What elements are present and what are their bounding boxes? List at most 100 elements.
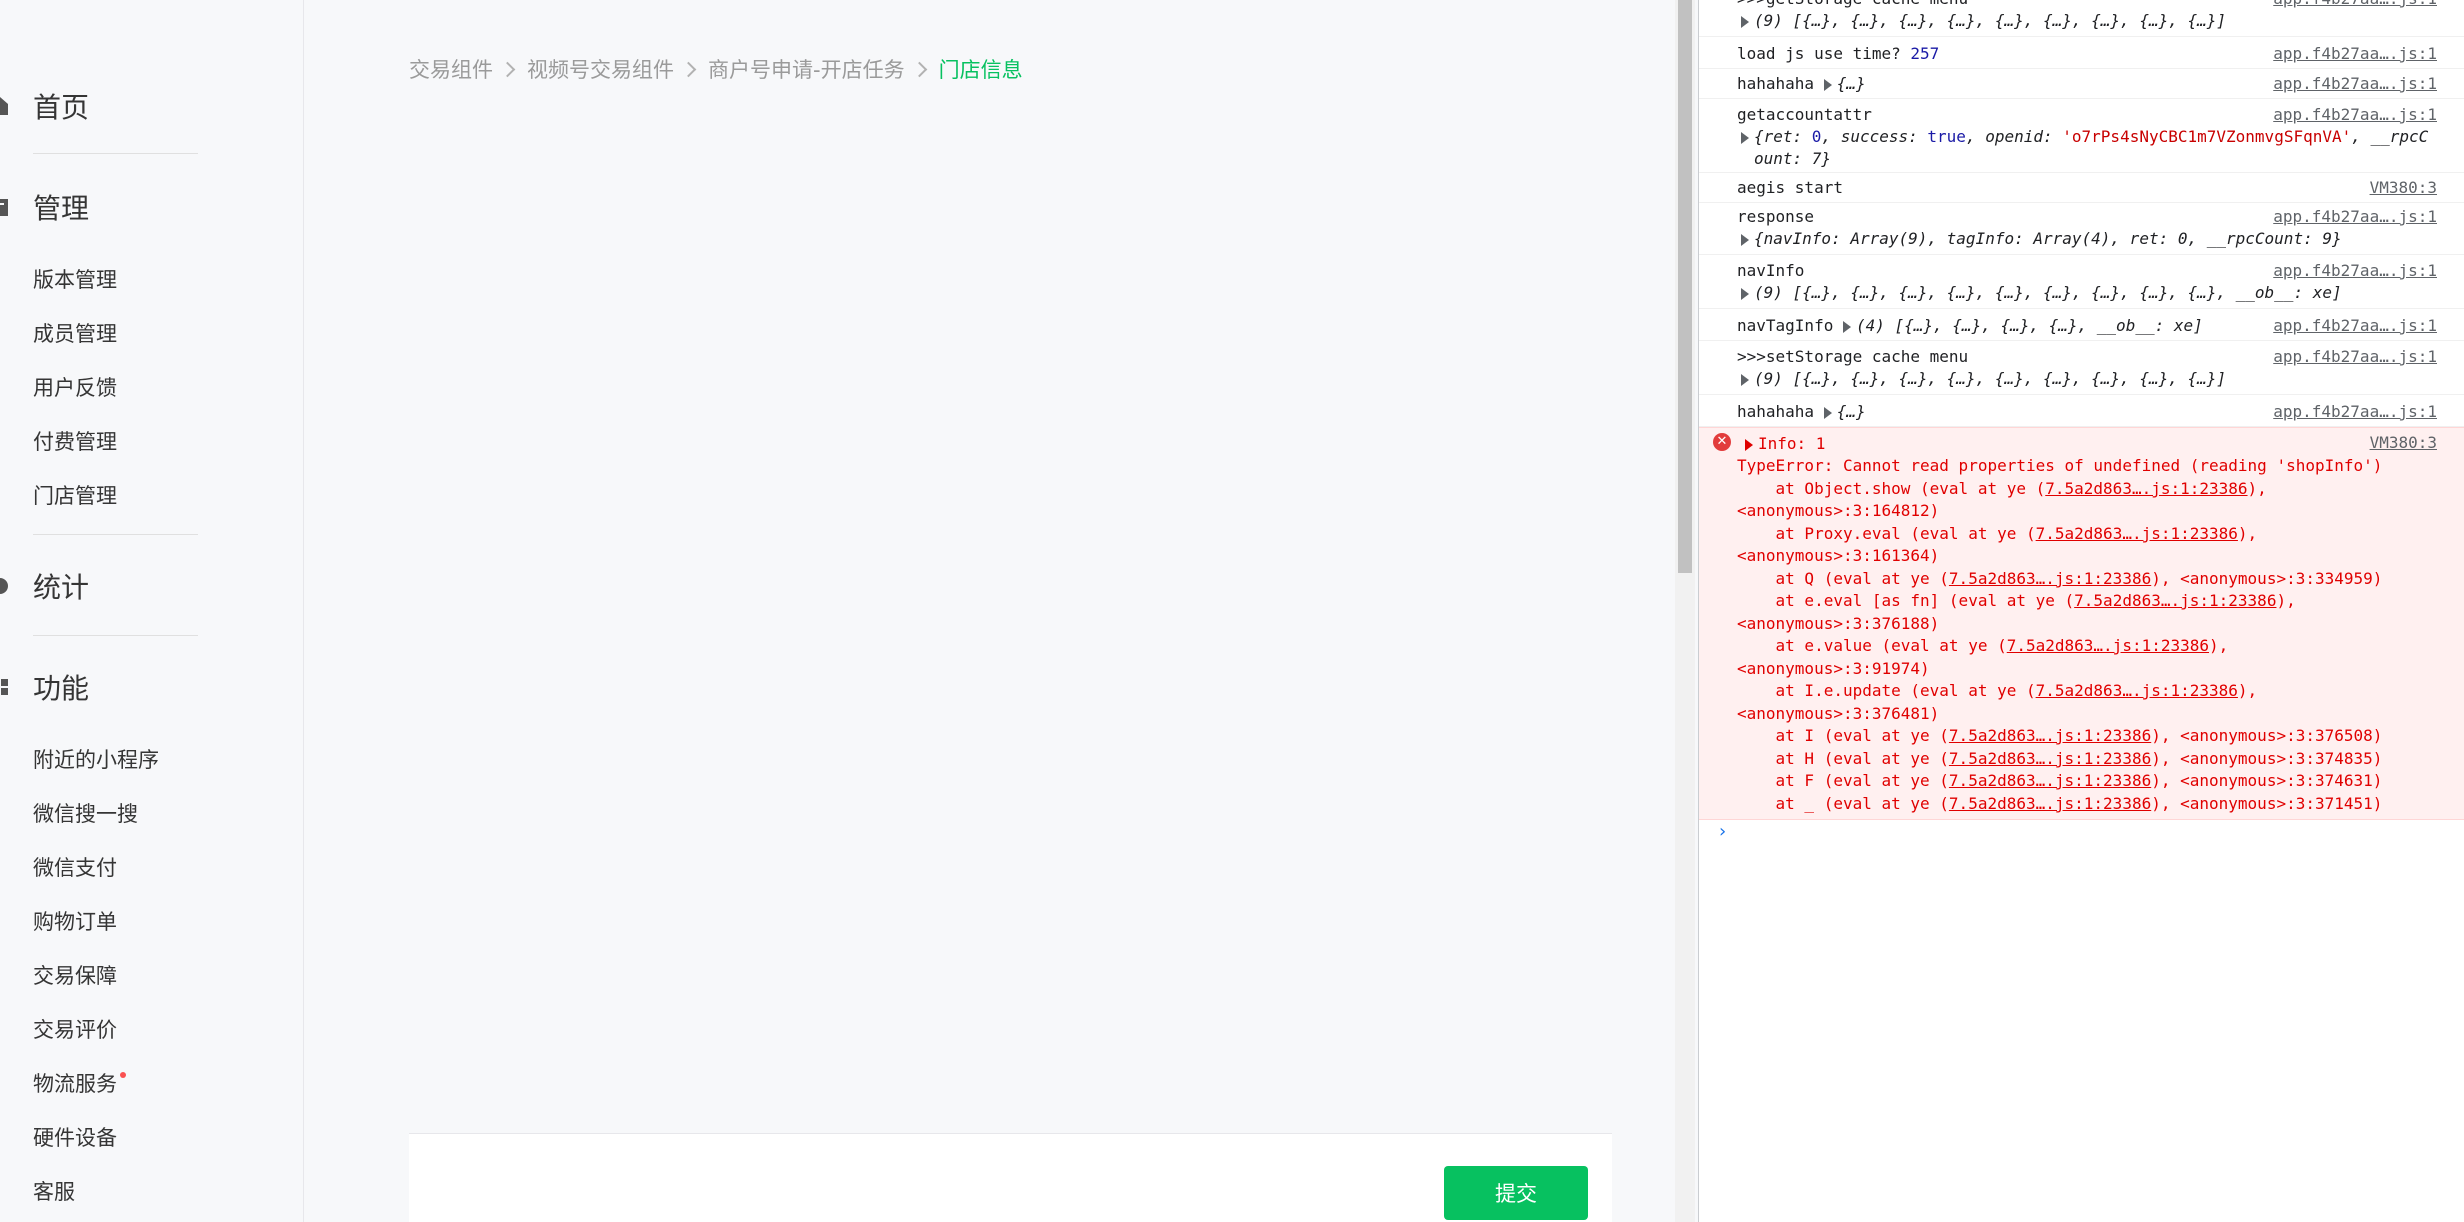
error-stack-line: at e.value (eval at ye (7.5a2d863….js:1:… (1737, 636, 2238, 655)
expand-triangle-icon[interactable] (1741, 131, 1749, 144)
sidebar-item-feedback[interactable]: 用户反馈 (33, 374, 117, 402)
breadcrumb-current: 门店信息 (938, 58, 1023, 82)
console-object[interactable]: (4) [{…}, {…}, {…}, {…}, __ob__: xe] (1856, 316, 2203, 335)
expand-triangle-icon[interactable] (1842, 320, 1851, 333)
sidebar-item-reviews[interactable]: 交易评价 (33, 1016, 117, 1044)
stack-source-link[interactable]: 7.5a2d863….js:1:23386 (1949, 726, 2151, 745)
expand-triangle-icon[interactable] (1741, 233, 1749, 246)
sidebar-item-support[interactable]: 客服 (33, 1178, 75, 1206)
expand-triangle-icon[interactable] (1745, 438, 1753, 451)
console-source-link[interactable]: app.f4b27aa….js:1 (2273, 401, 2437, 423)
console-label: load js use time? (1737, 44, 1911, 63)
scrollbar-thumb[interactable] (1678, 0, 1692, 573)
sidebar-item-stores[interactable]: 门店管理 (33, 482, 117, 510)
console-object[interactable]: {navInfo: Array(9), tagInfo: Array(4), r… (1754, 229, 2342, 248)
console-source-link[interactable]: app.f4b27aa….js:1 (2273, 260, 2437, 282)
console-prompt[interactable]: › (1717, 821, 1728, 842)
sidebar-group-home[interactable]: 首页 (0, 88, 300, 124)
stack-source-link[interactable]: 7.5a2d863….js:1:23386 (2007, 636, 2209, 655)
console-message: >>>getStorage cache menu app.f4b27aa….js… (1699, 0, 2464, 37)
sidebar-group-stats[interactable]: 统计 (0, 568, 300, 604)
stack-source-link[interactable]: 7.5a2d863….js:1:23386 (2036, 524, 2238, 543)
console-message: load js use time? 257 app.f4b27aa….js:1 (1699, 42, 2464, 69)
sidebar-item-search[interactable]: 微信搜一搜 (33, 800, 138, 828)
expand-triangle-icon[interactable] (1823, 78, 1832, 91)
console-message: >>>setStorage cache menu app.f4b27aa….js… (1699, 346, 2464, 395)
sidebar-item-pay[interactable]: 微信支付 (33, 854, 117, 882)
sidebar-item-nearby[interactable]: 附近的小程序 (33, 746, 159, 774)
form-footer-bar (409, 1133, 1612, 1222)
error-stack-line: at H (eval at ye (7.5a2d863….js:1:23386)… (1737, 749, 2383, 768)
sidebar-group-manage[interactable]: 管理 (0, 189, 300, 225)
stack-source-link[interactable]: 7.5a2d863….js:1:23386 (1949, 569, 2151, 588)
stack-source-link[interactable]: 7.5a2d863….js:1:23386 (2074, 591, 2276, 610)
console-object[interactable]: {…} (1837, 74, 1866, 93)
console-source-link[interactable]: app.f4b27aa….js:1 (2273, 315, 2437, 337)
console-text: response (1737, 207, 1815, 226)
console-text: aegis start (1737, 178, 1843, 197)
console-source-link[interactable]: app.f4b27aa….js:1 (2273, 346, 2437, 368)
stack-source-link[interactable]: 7.5a2d863….js:1:23386 (2045, 479, 2247, 498)
console-source-link[interactable]: app.f4b27aa….js:1 (2273, 206, 2437, 228)
sidebar-item-members[interactable]: 成员管理 (33, 320, 117, 348)
sidebar-item-version[interactable]: 版本管理 (33, 266, 117, 294)
submit-button[interactable]: 提交 (1444, 1166, 1588, 1220)
sidebar-group-features[interactable]: 功能 (0, 669, 300, 705)
console-text: load js use time? 257 (1737, 43, 1939, 65)
console-number: 257 (1910, 44, 1940, 63)
stack-source-link[interactable]: 7.5a2d863….js:1:23386 (1949, 771, 2151, 790)
sidebar-group-label: 统计 (33, 571, 90, 604)
expand-triangle-icon[interactable] (1741, 287, 1749, 300)
console-text: navTagInfo (4) [{…}, {…}, {…}, {…}, __ob… (1737, 315, 2203, 337)
error-icon: ✕ (1713, 433, 1731, 451)
console-source-link[interactable]: app.f4b27aa….js:1 (2273, 104, 2437, 126)
breadcrumb-item[interactable]: 商户号申请-开店任务 (708, 58, 905, 82)
error-stack-line: <anonymous>:3:91974) (1737, 659, 1930, 678)
console-error-message: ✕ Info: 1 VM380:3 TypeError: Cannot read… (1699, 427, 2464, 820)
console-object[interactable]: (9) [{…}, {…}, {…}, {…}, {…}, {…}, {…}, … (1754, 11, 2226, 30)
console-text: hahahaha {…} (1737, 401, 1866, 423)
console-source-link[interactable]: app.f4b27aa….js:1 (2273, 73, 2437, 95)
console-object[interactable]: (9) [{…}, {…}, {…}, {…}, {…}, {…}, {…}, … (1754, 369, 2226, 388)
sidebar-divider (33, 534, 198, 535)
error-head[interactable]: Info: 1 (1745, 433, 1825, 455)
console-message: response app.f4b27aa….js:1 {navInfo: Arr… (1699, 206, 2464, 255)
expand-triangle-icon[interactable] (1741, 373, 1749, 386)
error-stack-line: at Proxy.eval (eval at ye (7.5a2d863….js… (1737, 524, 2267, 543)
features-icon (1, 679, 8, 695)
stack-source-link[interactable]: 7.5a2d863….js:1:23386 (1949, 794, 2151, 813)
chevron-right-icon (499, 61, 516, 78)
console-message: getaccountattr app.f4b27aa….js:1 {ret: 0… (1699, 102, 2464, 173)
console-object[interactable]: {ret: 0, success: true, openid: 'o7rPs4s… (1741, 126, 2428, 148)
console-object[interactable]: {…} (1837, 402, 1866, 421)
sidebar-item-billing[interactable]: 付费管理 (33, 428, 117, 456)
breadcrumb-item[interactable]: 视频号交易组件 (527, 58, 674, 82)
console-source-link[interactable]: app.f4b27aa….js:1 (2273, 0, 2437, 10)
devtools-console: >>>getStorage cache menu app.f4b27aa….js… (1698, 0, 2464, 1222)
console-source-link[interactable]: VM380:3 (2370, 432, 2437, 454)
console-object[interactable]: (9) [{…}, {…}, {…}, {…}, {…}, {…}, {…}, … (1754, 283, 2342, 302)
app-main: 首页 管理 版本管理 成员管理 用户反馈 付费管理 门店管理 统计 功能 附近的… (0, 0, 1675, 1222)
console-source-link[interactable]: VM380:3 (2370, 177, 2437, 199)
sidebar-item-orders[interactable]: 购物订单 (33, 908, 117, 936)
sidebar-item-hardware[interactable]: 硬件设备 (33, 1124, 117, 1152)
error-stack-line: at e.eval [as fn] (eval at ye (7.5a2d863… (1737, 591, 2306, 610)
stack-source-link[interactable]: 7.5a2d863….js:1:23386 (2036, 681, 2238, 700)
stats-icon (0, 578, 8, 594)
expand-triangle-icon[interactable] (1823, 406, 1832, 419)
chevron-right-icon (680, 61, 697, 78)
sidebar-divider (33, 635, 198, 636)
sidebar-item-guarantee[interactable]: 交易保障 (33, 962, 117, 990)
console-message: navInfo app.f4b27aa….js:1 (9) [{…}, {…},… (1699, 260, 2464, 309)
new-badge-dot (120, 1072, 126, 1078)
breadcrumb-item[interactable]: 交易组件 (409, 58, 493, 82)
error-stack-line: at Q (eval at ye (7.5a2d863….js:1:23386)… (1737, 569, 2383, 588)
console-source-link[interactable]: app.f4b27aa….js:1 (2273, 43, 2437, 65)
page-scrollbar[interactable] (1675, 0, 1695, 1222)
expand-triangle-icon[interactable] (1741, 15, 1749, 28)
error-stack-line: at _ (eval at ye (7.5a2d863….js:1:23386)… (1737, 794, 2383, 813)
stack-source-link[interactable]: 7.5a2d863….js:1:23386 (1949, 749, 2151, 768)
console-object-wrap: ount: 7} (1754, 149, 1832, 168)
sidebar-group-label: 管理 (33, 192, 90, 225)
sidebar-item-logistics[interactable]: 物流服务 (33, 1070, 126, 1098)
